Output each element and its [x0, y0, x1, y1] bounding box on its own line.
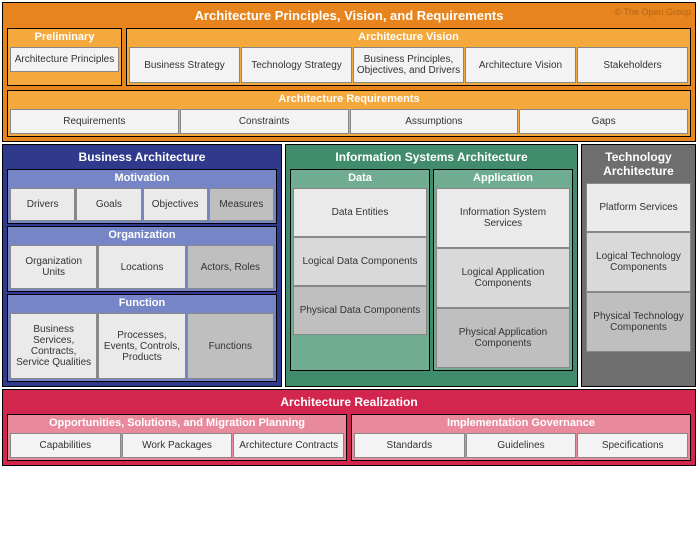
- function-title: Function: [8, 295, 276, 311]
- governance-block: Implementation Governance Standards Guid…: [351, 414, 691, 461]
- preliminary-title: Preliminary: [8, 29, 121, 45]
- section-principles-vision-requirements: © The Open Group Architecture Principles…: [2, 2, 696, 142]
- cell-stakeholders: Stakeholders: [577, 47, 688, 83]
- reqs-title: Architecture Requirements: [8, 91, 690, 107]
- watermark-text: © The Open Group: [614, 7, 691, 17]
- architecture-vision-block: Architecture Vision Business Strategy Te…: [126, 28, 691, 86]
- opportunities-block: Opportunities, Solutions, and Migration …: [7, 414, 347, 461]
- cell-data-entities: Data Entities: [293, 188, 427, 237]
- cell-architecture-contracts: Architecture Contracts: [233, 433, 344, 458]
- cell-requirements: Requirements: [10, 109, 179, 134]
- section-architecture-realization: Architecture Realization Opportunities, …: [2, 389, 696, 466]
- middle-row: Business Architecture Motivation Drivers…: [2, 144, 696, 387]
- top-title: Architecture Principles, Vision, and Req…: [5, 5, 693, 26]
- group-function: Function Business Services, Contracts, S…: [7, 294, 277, 382]
- cell-goals: Goals: [76, 188, 141, 221]
- cell-information-system-services: Information System Services: [436, 188, 570, 248]
- cell-architecture-principles: Architecture Principles: [10, 47, 119, 72]
- preliminary-block: Preliminary Architecture Principles: [7, 28, 122, 86]
- cell-business-principles-objectives-drivers: Business Principles, Objectives, and Dri…: [353, 47, 464, 83]
- section-technology-architecture: Technology Architecture Platform Service…: [581, 144, 696, 387]
- cell-logical-application-components: Logical Application Components: [436, 248, 570, 308]
- architecture-requirements-block: Architecture Requirements Requirements C…: [7, 90, 691, 137]
- cell-standards: Standards: [354, 433, 465, 458]
- cell-constraints: Constraints: [180, 109, 349, 134]
- cell-physical-technology-components: Physical Technology Components: [586, 292, 691, 352]
- cell-measures: Measures: [209, 188, 274, 221]
- section-information-systems-architecture: Information Systems Architecture Data Da…: [285, 144, 578, 387]
- cell-business-strategy: Business Strategy: [129, 47, 240, 83]
- cell-organization-units: Organization Units: [10, 245, 97, 289]
- cell-platform-services: Platform Services: [586, 183, 691, 232]
- data-column: Data Data Entities Logical Data Componen…: [290, 169, 430, 371]
- application-title: Application: [434, 170, 572, 186]
- group-organization: Organization Organization Units Location…: [7, 226, 277, 292]
- group-motivation: Motivation Drivers Goals Objectives Meas…: [7, 169, 277, 224]
- cell-physical-application-components: Physical Application Components: [436, 308, 570, 368]
- application-column: Application Information System Services …: [433, 169, 573, 371]
- tech-title: Technology Architecture: [584, 147, 693, 181]
- motivation-title: Motivation: [8, 170, 276, 186]
- cell-processes-events: Processes, Events, Controls, Products: [98, 313, 185, 379]
- diagram-root: © The Open Group Architecture Principles…: [0, 0, 698, 550]
- cell-business-services: Business Services, Contracts, Service Qu…: [10, 313, 97, 379]
- cell-guidelines: Guidelines: [466, 433, 577, 458]
- section-business-architecture: Business Architecture Motivation Drivers…: [2, 144, 282, 387]
- governance-title: Implementation Governance: [352, 415, 690, 431]
- vision-title: Architecture Vision: [127, 29, 690, 45]
- cell-objectives: Objectives: [143, 188, 208, 221]
- cell-logical-technology-components: Logical Technology Components: [586, 232, 691, 292]
- biz-title: Business Architecture: [5, 147, 279, 167]
- data-title: Data: [291, 170, 429, 186]
- cell-functions: Functions: [187, 313, 274, 379]
- cell-technology-strategy: Technology Strategy: [241, 47, 352, 83]
- cell-physical-data-components: Physical Data Components: [293, 286, 427, 335]
- cell-drivers: Drivers: [10, 188, 75, 221]
- cell-capabilities: Capabilities: [10, 433, 121, 458]
- cell-locations: Locations: [98, 245, 185, 289]
- cell-assumptions: Assumptions: [350, 109, 519, 134]
- top-row-vision: Preliminary Architecture Principles Arch…: [5, 26, 693, 88]
- opportunities-title: Opportunities, Solutions, and Migration …: [8, 415, 346, 431]
- realization-title: Architecture Realization: [5, 392, 693, 412]
- info-title: Information Systems Architecture: [288, 147, 575, 167]
- organization-title: Organization: [8, 227, 276, 243]
- cell-gaps: Gaps: [519, 109, 688, 134]
- cell-work-packages: Work Packages: [122, 433, 233, 458]
- cell-actors-roles: Actors, Roles: [187, 245, 274, 289]
- cell-specifications: Specifications: [577, 433, 688, 458]
- cell-architecture-vision: Architecture Vision: [465, 47, 576, 83]
- cell-logical-data-components: Logical Data Components: [293, 237, 427, 286]
